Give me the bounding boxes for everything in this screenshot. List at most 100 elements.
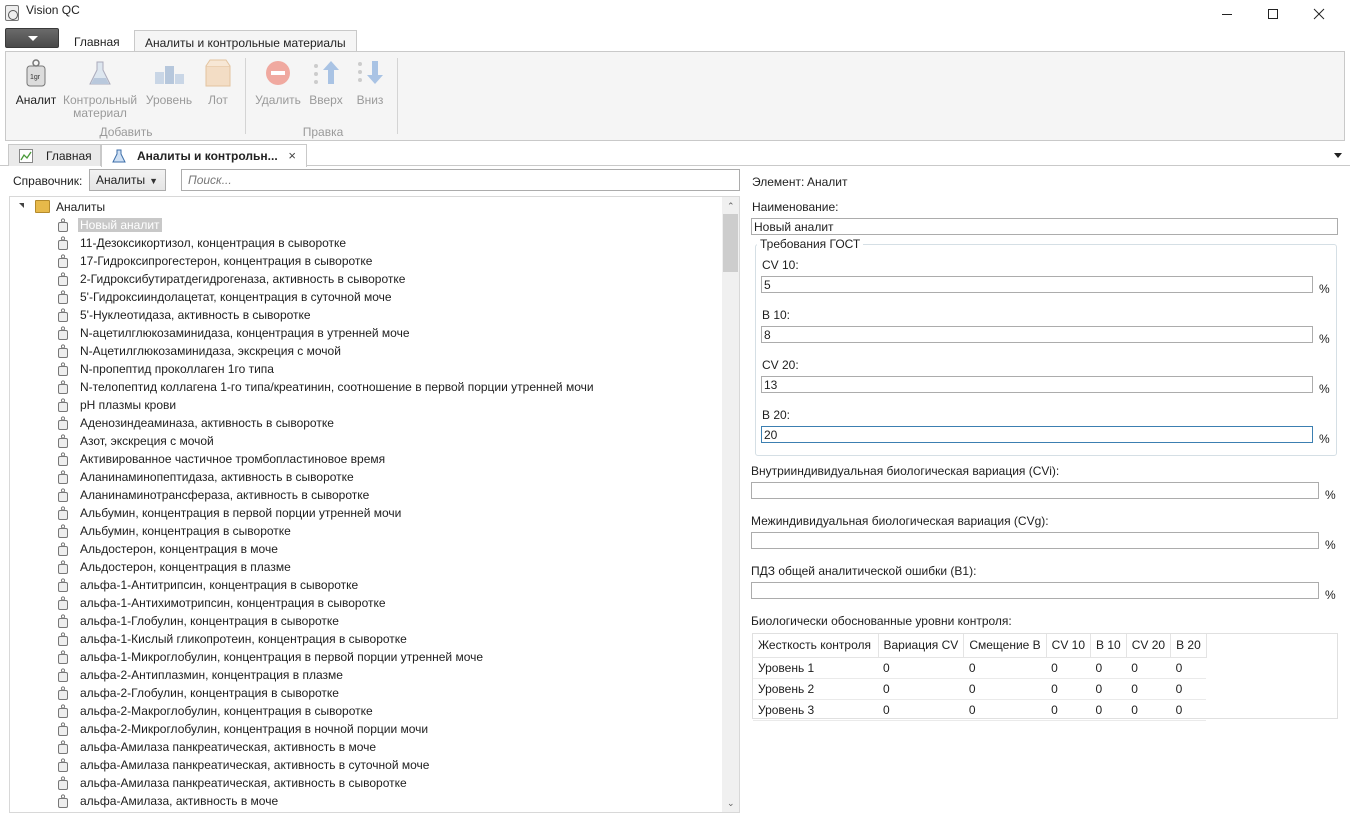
group-label-edit: Правка — [302, 125, 344, 139]
tab-list-dropdown-icon[interactable] — [1334, 153, 1342, 158]
percent-label: % — [1319, 382, 1330, 396]
grid-cell[interactable]: 0 — [1126, 657, 1171, 679]
vertical-scrollbar[interactable]: ⌃ ⌄ — [722, 197, 739, 812]
grid-cell[interactable]: 0 — [963, 678, 1047, 700]
percent-label: % — [1325, 588, 1336, 602]
grid-cell[interactable]: 0 — [1126, 699, 1171, 721]
grid-row[interactable]: Уровень 2000000 — [753, 678, 1207, 700]
weight-icon — [58, 506, 68, 520]
grid-column-header[interactable]: Вариация CV — [878, 634, 965, 658]
cv20-label: CV 20: — [762, 358, 799, 372]
weight-icon — [58, 236, 68, 250]
cvi-field[interactable] — [751, 482, 1319, 499]
tree-item-label: 17-Гидроксипрогестерон, концентрация в с… — [80, 254, 373, 268]
grid-cell[interactable]: 0 — [1170, 699, 1207, 721]
b10-field[interactable]: 8 — [761, 326, 1313, 343]
ribbon-tab-home[interactable]: Главная — [64, 30, 130, 52]
cv10-field[interactable]: 5 — [761, 276, 1313, 293]
grid-column-header[interactable]: CV 20 — [1126, 634, 1172, 658]
add-level-label: Уровень — [145, 93, 193, 107]
move-up-button[interactable]: Вверх — [302, 58, 350, 107]
tree-item-label: альфа-2-Микроглобулин, концентрация в но… — [80, 722, 429, 736]
grid-cell[interactable]: 0 — [1170, 678, 1207, 700]
grid-cell[interactable]: Уровень 1 — [753, 657, 878, 679]
pdz-field[interactable] — [751, 582, 1319, 599]
scroll-down-icon[interactable]: ⌄ — [727, 798, 735, 809]
grid-cell[interactable]: 0 — [1170, 657, 1207, 679]
tree-item-label: Альдостерон, концентрация в моче — [80, 542, 278, 556]
move-down-button[interactable]: Вниз — [346, 58, 394, 107]
element-value: Аналит — [807, 175, 848, 189]
control-levels-grid[interactable]: Жесткость контроля Вариация CV Смещение BC… — [752, 633, 1338, 721]
document-tab-bar: Главная Аналиты и контрольн... × — [0, 142, 1350, 167]
maximize-button[interactable] — [1250, 0, 1296, 28]
grid-column-header[interactable]: B 20 — [1170, 634, 1207, 658]
grid-column-header[interactable]: CV 10 — [1046, 634, 1092, 658]
cvi-label: Внутрииндивидуальная биологическая вариа… — [751, 464, 1060, 478]
grid-cell[interactable]: Уровень 3 — [753, 699, 878, 721]
close-icon — [1313, 8, 1325, 20]
analyte-tree[interactable]: Аналиты Новый аналит 11-Дезоксикортизол, … — [9, 196, 740, 813]
grid-cell[interactable]: 0 — [878, 657, 964, 679]
weight-icon — [58, 704, 68, 718]
grid-cell[interactable]: 0 — [1090, 678, 1127, 700]
ribbon-separator — [397, 58, 398, 134]
weight-icon — [58, 380, 68, 394]
close-window-button[interactable] — [1296, 0, 1342, 28]
add-control-material-button[interactable]: Контрольный материал — [62, 58, 138, 120]
ribbon-tab-analytes[interactable]: Аналиты и контрольные материалы — [134, 30, 357, 52]
grid-cell[interactable]: 0 — [878, 699, 964, 721]
grid-cell[interactable]: 0 — [963, 699, 1047, 721]
grid-cell[interactable]: Уровень 2 — [753, 678, 878, 700]
directory-select-value: Аналиты — [96, 173, 146, 187]
minimize-button[interactable] — [1204, 0, 1250, 28]
directory-select[interactable]: Аналиты ▼ — [89, 169, 166, 191]
add-level-button[interactable]: Уровень — [145, 58, 193, 107]
b20-field[interactable]: 20 — [761, 426, 1313, 443]
grid-cell[interactable]: 0 — [878, 678, 964, 700]
app-menu-button[interactable] — [5, 28, 59, 48]
cvg-field[interactable] — [751, 532, 1319, 549]
add-analyte-button[interactable]: 1gr Аналит — [12, 58, 60, 107]
grid-cell[interactable]: 0 — [1046, 678, 1091, 700]
scrollbar-thumb[interactable] — [723, 214, 738, 272]
search-input[interactable] — [181, 169, 740, 191]
delete-icon — [263, 58, 293, 88]
grid-cell[interactable]: 0 — [1046, 699, 1091, 721]
pdz-label: ПДЗ общей аналитической ошибки (B1): — [751, 564, 977, 578]
weight-icon — [58, 668, 68, 682]
add-lot-label: Лот — [208, 93, 228, 107]
grid-column-header[interactable]: Жесткость контроля — [753, 634, 879, 658]
doc-tab-home[interactable]: Главная — [8, 144, 101, 166]
grid-column-header[interactable]: B 10 — [1090, 634, 1127, 658]
tree-item-label: Альбумин, концентрация в сыворотке — [80, 524, 291, 538]
grid-cell[interactable]: 0 — [1090, 699, 1127, 721]
delete-button[interactable]: Удалить — [254, 58, 302, 107]
tree-item-label: N-пропептид проколлаген 1го типа — [80, 362, 274, 376]
tree-item-label: альфа-2-Глобулин, концентрация в сыворот… — [80, 686, 339, 700]
weight-icon — [58, 308, 68, 322]
percent-label: % — [1319, 432, 1330, 446]
grid-cell[interactable]: 0 — [1046, 657, 1091, 679]
tree-item-label: Альбумин, концентрация в первой порции у… — [80, 506, 402, 520]
doc-tab-analytes[interactable]: Аналиты и контрольн... × — [101, 144, 307, 167]
close-tab-icon[interactable]: × — [288, 148, 296, 163]
grid-cell[interactable]: 0 — [1090, 657, 1127, 679]
grid-row[interactable]: Уровень 1000000 — [753, 657, 1207, 679]
scroll-up-icon[interactable]: ⌃ — [727, 201, 735, 212]
cv20-field[interactable]: 13 — [761, 376, 1313, 393]
weight-icon — [58, 488, 68, 502]
grid-column-header[interactable]: Смещение B — [963, 634, 1047, 658]
expand-arrow-icon[interactable] — [19, 203, 24, 208]
weight-icon — [58, 614, 68, 628]
grid-row[interactable]: Уровень 3000000 — [753, 699, 1207, 721]
name-field[interactable]: Новый аналит — [751, 218, 1338, 235]
tree-item-label: альфа-Амилаза панкреатическая, активност… — [80, 758, 430, 772]
weight-icon — [58, 596, 68, 610]
grid-cell[interactable]: 0 — [1126, 678, 1171, 700]
grid-cell[interactable]: 0 — [963, 657, 1047, 679]
weight-icon — [58, 362, 68, 376]
tree-item-label: альфа-1-Кислый гликопротеин, концентраци… — [80, 632, 407, 646]
weight-icon — [58, 650, 68, 664]
add-lot-button[interactable]: Лот — [194, 58, 242, 107]
